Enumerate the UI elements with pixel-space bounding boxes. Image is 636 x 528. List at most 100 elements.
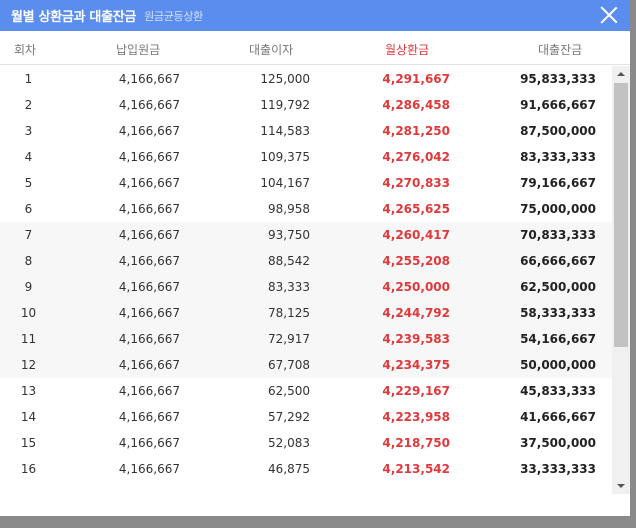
cell-interest: 52,083 (268, 436, 310, 450)
cell-round: 10 (20, 306, 37, 320)
cell-principal: 4,166,667 (118, 228, 180, 242)
cell-balance: 62,500,000 (520, 280, 596, 294)
cell-interest: 93,750 (268, 228, 310, 242)
cell-round: 1 (24, 72, 33, 86)
cell-interest: 78,125 (268, 306, 310, 320)
cell-payment: 4,286,458 (382, 98, 450, 112)
cell-interest: 88,542 (268, 254, 310, 268)
cell-principal: 4,166,667 (118, 358, 180, 372)
modal-footer-space (0, 494, 630, 516)
column-header-interest: 대출이자 (249, 43, 294, 57)
cell-balance: 58,333,333 (520, 306, 596, 320)
cell-principal: 4,166,667 (118, 306, 180, 320)
modal-subtitle: 원금균등상환 (144, 9, 203, 23)
cell-interest: 67,708 (268, 358, 310, 372)
cell-interest: 109,375 (260, 150, 310, 164)
cell-payment: 4,250,000 (382, 280, 450, 294)
modal-titlebar: 월별 상환금과 대출잔금 원금균등상환 (0, 0, 630, 31)
cell-payment: 4,218,750 (382, 436, 450, 450)
cell-balance: 75,000,000 (520, 202, 596, 216)
cell-principal: 4,166,667 (118, 332, 180, 346)
cell-balance: 95,833,333 (520, 72, 596, 86)
table-row: 14 4,166,667 57,292 4,223,958 41,666,667 (0, 404, 612, 430)
table-header: 회차 납입원금 대출이자 월상환금 대출잔금 (0, 31, 630, 65)
column-header-round: 회차 (14, 43, 37, 57)
cell-balance: 50,000,000 (520, 358, 596, 372)
cell-interest: 104,167 (260, 176, 310, 190)
table-body: 1 4,166,667 125,000 4,291,667 95,833,333 2 4,1… (0, 66, 612, 496)
cell-principal: 4,166,667 (118, 202, 180, 216)
close-icon[interactable] (600, 6, 618, 24)
cell-payment: 4,229,167 (382, 384, 450, 398)
table-row: 6 4,166,667 98,958 4,265,625 75,000,000 (0, 196, 612, 222)
table-row: 9 4,166,667 83,333 4,250,000 62,500,000 (0, 274, 612, 300)
cell-principal: 4,166,667 (118, 254, 180, 268)
cell-principal: 4,166,667 (118, 98, 180, 112)
cell-round: 7 (24, 228, 33, 242)
cell-principal: 4,166,667 (118, 384, 180, 398)
modal-title: 월별 상환금과 대출잔금 (11, 10, 137, 25)
cell-balance: 79,166,667 (520, 176, 596, 190)
cell-round: 12 (20, 358, 37, 372)
cell-principal: 4,166,667 (118, 410, 180, 424)
cell-interest: 125,000 (260, 72, 310, 86)
cell-payment: 4,291,667 (382, 72, 450, 86)
cell-round: 6 (24, 202, 33, 216)
cell-interest: 98,958 (268, 202, 310, 216)
column-header-balance: 대출잔금 (538, 43, 583, 57)
table-row: 11 4,166,667 72,917 4,239,583 54,166,667 (0, 326, 612, 352)
cell-payment: 4,234,375 (382, 358, 450, 372)
cell-principal: 4,166,667 (118, 280, 180, 294)
cell-balance: 91,666,667 (520, 98, 596, 112)
cell-balance: 70,833,333 (520, 228, 596, 242)
table-row: 2 4,166,667 119,792 4,286,458 91,666,667 (0, 92, 612, 118)
table-row: 10 4,166,667 78,125 4,244,792 58,333,333 (0, 300, 612, 326)
cell-interest: 72,917 (268, 332, 310, 346)
cell-round: 11 (20, 332, 37, 346)
cell-principal: 4,166,667 (118, 72, 180, 86)
column-header-principal: 납입원금 (116, 43, 161, 57)
table-row: 16 4,166,667 46,875 4,213,542 33,333,333 (0, 456, 612, 482)
scroll-up-arrow-icon[interactable] (612, 66, 630, 82)
vertical-scrollbar[interactable] (612, 66, 630, 494)
cell-principal: 4,166,667 (118, 462, 180, 476)
cell-round: 14 (20, 410, 37, 424)
cell-balance: 37,500,000 (520, 436, 596, 450)
cell-payment: 4,239,583 (382, 332, 450, 346)
cell-round: 3 (24, 124, 33, 138)
cell-payment: 4,276,042 (382, 150, 450, 164)
cell-balance: 33,333,333 (520, 462, 596, 476)
cell-round: 16 (20, 462, 37, 476)
cell-round: 15 (20, 436, 37, 450)
cell-balance: 54,166,667 (520, 332, 596, 346)
cell-balance: 87,500,000 (520, 124, 596, 138)
scroll-down-arrow-icon[interactable] (612, 478, 630, 494)
cell-payment: 4,265,625 (382, 202, 450, 216)
repayment-schedule-modal: 월별 상환금과 대출잔금 원금균등상환 회차 납입원금 대출이자 월상환금 대출… (0, 0, 630, 516)
cell-payment: 4,255,208 (382, 254, 450, 268)
table-row: 4 4,166,667 109,375 4,276,042 83,333,333 (0, 144, 612, 170)
cell-payment: 4,281,250 (382, 124, 450, 138)
table-row: 5 4,166,667 104,167 4,270,833 79,166,667 (0, 170, 612, 196)
cell-interest: 83,333 (268, 280, 310, 294)
cell-payment: 4,213,542 (382, 462, 450, 476)
cell-payment: 4,270,833 (382, 176, 450, 190)
cell-principal: 4,166,667 (118, 436, 180, 450)
cell-round: 9 (24, 280, 33, 294)
table-row: 12 4,166,667 67,708 4,234,375 50,000,000 (0, 352, 612, 378)
table-row: 7 4,166,667 93,750 4,260,417 70,833,333 (0, 222, 612, 248)
cell-round: 8 (24, 254, 33, 268)
cell-principal: 4,166,667 (118, 124, 180, 138)
cell-balance: 66,666,667 (520, 254, 596, 268)
scrollbar-thumb[interactable] (614, 83, 628, 347)
cell-balance: 83,333,333 (520, 150, 596, 164)
table-row: 1 4,166,667 125,000 4,291,667 95,833,333 (0, 66, 612, 92)
table-row: 15 4,166,667 52,083 4,218,750 37,500,000 (0, 430, 612, 456)
cell-interest: 57,292 (268, 410, 310, 424)
cell-payment: 4,244,792 (382, 306, 450, 320)
column-header-payment: 월상환금 (385, 43, 430, 57)
cell-round: 4 (24, 150, 33, 164)
cell-interest: 62,500 (268, 384, 310, 398)
table-row: 3 4,166,667 114,583 4,281,250 87,500,000 (0, 118, 612, 144)
table-row: 13 4,166,667 62,500 4,229,167 45,833,333 (0, 378, 612, 404)
